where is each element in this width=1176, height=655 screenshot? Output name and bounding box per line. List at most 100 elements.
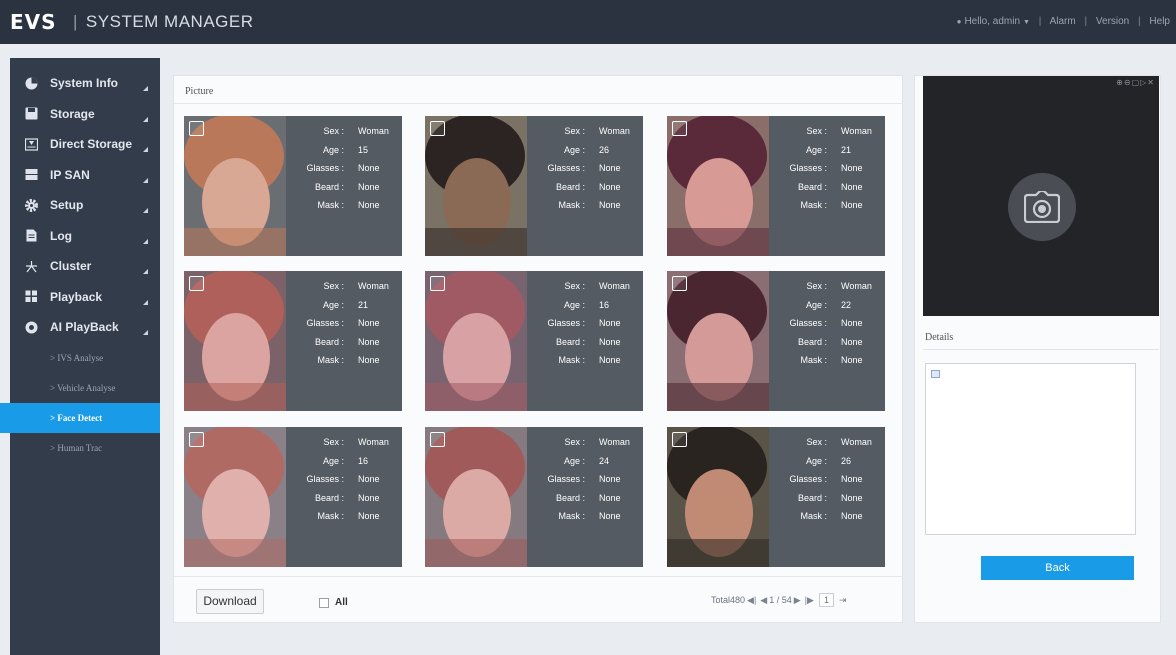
attr-value: None [841,511,863,522]
face-select-checkbox[interactable] [672,121,687,136]
sidebar-item-direct-storage[interactable]: Direct Storage [10,129,160,160]
expand-triangle-icon [143,86,148,91]
attr-row-mask: Mask : None [286,507,402,526]
sidebar-item-ai-playback[interactable]: AI PlayBack [10,312,160,343]
attr-row-sex: Sex : Woman [527,433,643,452]
attr-row-glasses: Glasses : None [527,159,643,178]
attr-row-sex: Sex : Woman [769,277,885,296]
attr-value: None [358,355,380,366]
face-card[interactable]: Sex : Woman Age : 15 Glasses : None Beard : Non… [184,116,402,256]
sidebar-item-log[interactable]: Log [10,221,160,252]
download-button[interactable]: Download [196,589,264,614]
back-button[interactable]: Back [981,556,1134,580]
face-thumbnail[interactable] [425,116,527,256]
face-select-checkbox[interactable] [189,121,204,136]
sidebar-subitem-face-detect[interactable]: > Face Detect [0,402,160,433]
attr-value: 26 [599,144,610,155]
face-card[interactable]: Sex : Woman Age : 16 Glasses : None Beard : Non… [425,271,643,411]
face-thumbnail[interactable] [667,271,769,411]
face-card[interactable]: Sex : Woman Age : 26 Glasses : None Beard : Non… [667,427,885,567]
attr-value: None [358,163,380,174]
face-select-checkbox[interactable] [672,432,687,447]
face-select-checkbox[interactable] [189,276,204,291]
attr-label: Beard : [555,492,585,503]
face-select-checkbox[interactable] [430,432,445,447]
sidebar-item-playback[interactable]: Playback [10,282,160,313]
sidebar-item-storage[interactable]: Storage [10,99,160,130]
sidebar-item-ip-san[interactable]: IP SAN [10,160,160,191]
page-input[interactable]: 1 [818,593,834,607]
face-card[interactable]: Sex : Woman Age : 21 Glasses : None Beard : Non… [184,271,402,411]
face-thumbnail[interactable] [667,116,769,256]
attr-value: None [599,336,621,347]
attr-row-beard: Beard : None [527,333,643,352]
menu-separator: | [1084,16,1088,27]
face-thumbnail[interactable] [425,271,527,411]
face-attributes: Sex : Woman Age : 21 Glasses : None Beard : Non… [286,277,402,370]
face-select-checkbox[interactable] [189,432,204,447]
divider [923,349,1159,350]
system-title: | SYSTEM MANAGER [73,12,254,32]
go-page-icon[interactable]: ⇥ [839,595,847,606]
attr-value: 26 [841,455,852,466]
attr-row-sex: Sex : Woman [769,433,885,452]
attr-label: Mask : [317,200,344,211]
attr-label: Mask : [317,355,344,366]
viewer-toolbar-icons[interactable]: ⊕⊖▢▷✕ [1116,78,1155,87]
alarm-link[interactable]: Alarm [1050,16,1076,27]
system-title-text: SYSTEM MANAGER [85,12,254,31]
attr-label: Age : [563,144,585,155]
first-page-icon[interactable]: ◀| [747,595,756,606]
face-thumbnail[interactable] [425,427,527,567]
face-thumbnail[interactable] [184,116,286,256]
attr-value: None [599,181,621,192]
face-thumbnail[interactable] [184,427,286,567]
page-scrollbar[interactable] [1166,55,1174,655]
face-card[interactable]: Sex : Woman Age : 22 Glasses : None Beard : Non… [667,271,885,411]
sidebar-item-cluster[interactable]: Cluster [10,251,160,282]
face-attributes: Sex : Woman Age : 21 Glasses : None Beard : Non… [769,122,885,215]
attr-label: Age : [322,455,344,466]
menu-separator: | [1138,16,1141,27]
next-page-icon[interactable]: ▶ [794,595,801,606]
attr-label: Glasses : [306,474,344,485]
attr-row-sex: Sex : Woman [286,122,402,141]
help-link[interactable]: Help [1149,16,1170,27]
attr-label: Age : [805,455,827,466]
select-all[interactable]: All [319,597,348,608]
face-select-checkbox[interactable] [672,276,687,291]
top-bar: EVS | SYSTEM MANAGER ● Hello, admin ▼ | Ala… [0,0,1176,44]
sidebar-subitem-human-trac[interactable]: > Human Trac [10,433,160,463]
face-select-checkbox[interactable] [430,276,445,291]
attr-row-beard: Beard : None [286,489,402,508]
face-card[interactable]: Sex : Woman Age : 24 Glasses : None Beard : Non… [425,427,643,567]
attr-label: Glasses : [547,318,585,329]
server-icon [24,168,38,182]
face-thumbnail[interactable] [184,271,286,411]
sidebar-item-setup[interactable]: Setup [10,190,160,221]
face-card[interactable]: Sex : Woman Age : 16 Glasses : None Beard : Non… [184,427,402,567]
user-menu[interactable]: Hello, admin [964,16,1020,27]
image-viewer: ⊕⊖▢▷✕ [923,76,1159,316]
last-page-icon[interactable]: |▶ [805,595,814,606]
sidebar-subitem-vehicle-analyse[interactable]: > Vehicle Analyse [10,373,160,403]
bottom-toolbar: Download All Total480 ◀| ◀ 1 / 54 ▶ |▶ 1… [174,576,902,622]
face-attributes: Sex : Woman Age : 22 Glasses : None Beard : Non… [769,277,885,370]
face-select-checkbox[interactable] [430,121,445,136]
cluster-icon [24,259,38,273]
attr-row-sex: Sex : Woman [527,277,643,296]
version-link[interactable]: Version [1096,16,1129,27]
select-all-checkbox[interactable] [319,597,329,608]
attr-row-age: Age : 21 [286,296,402,315]
attr-row-mask: Mask : None [527,351,643,370]
face-thumbnail[interactable] [667,427,769,567]
sidebar-item-system-info[interactable]: System Info [10,68,160,99]
face-card[interactable]: Sex : Woman Age : 21 Glasses : None Beard : Non… [667,116,885,256]
attr-row-beard: Beard : None [527,489,643,508]
prev-page-icon[interactable]: ◀ [760,595,767,606]
sidebar-subitem-ivs-analyse[interactable]: > IVS Analyse [10,343,160,373]
snapshot-icon[interactable] [1008,173,1076,241]
details-box [925,363,1136,535]
chevron-down-icon[interactable]: ▼ [1023,19,1030,26]
face-card[interactable]: Sex : Woman Age : 26 Glasses : None Beard : Non… [425,116,643,256]
